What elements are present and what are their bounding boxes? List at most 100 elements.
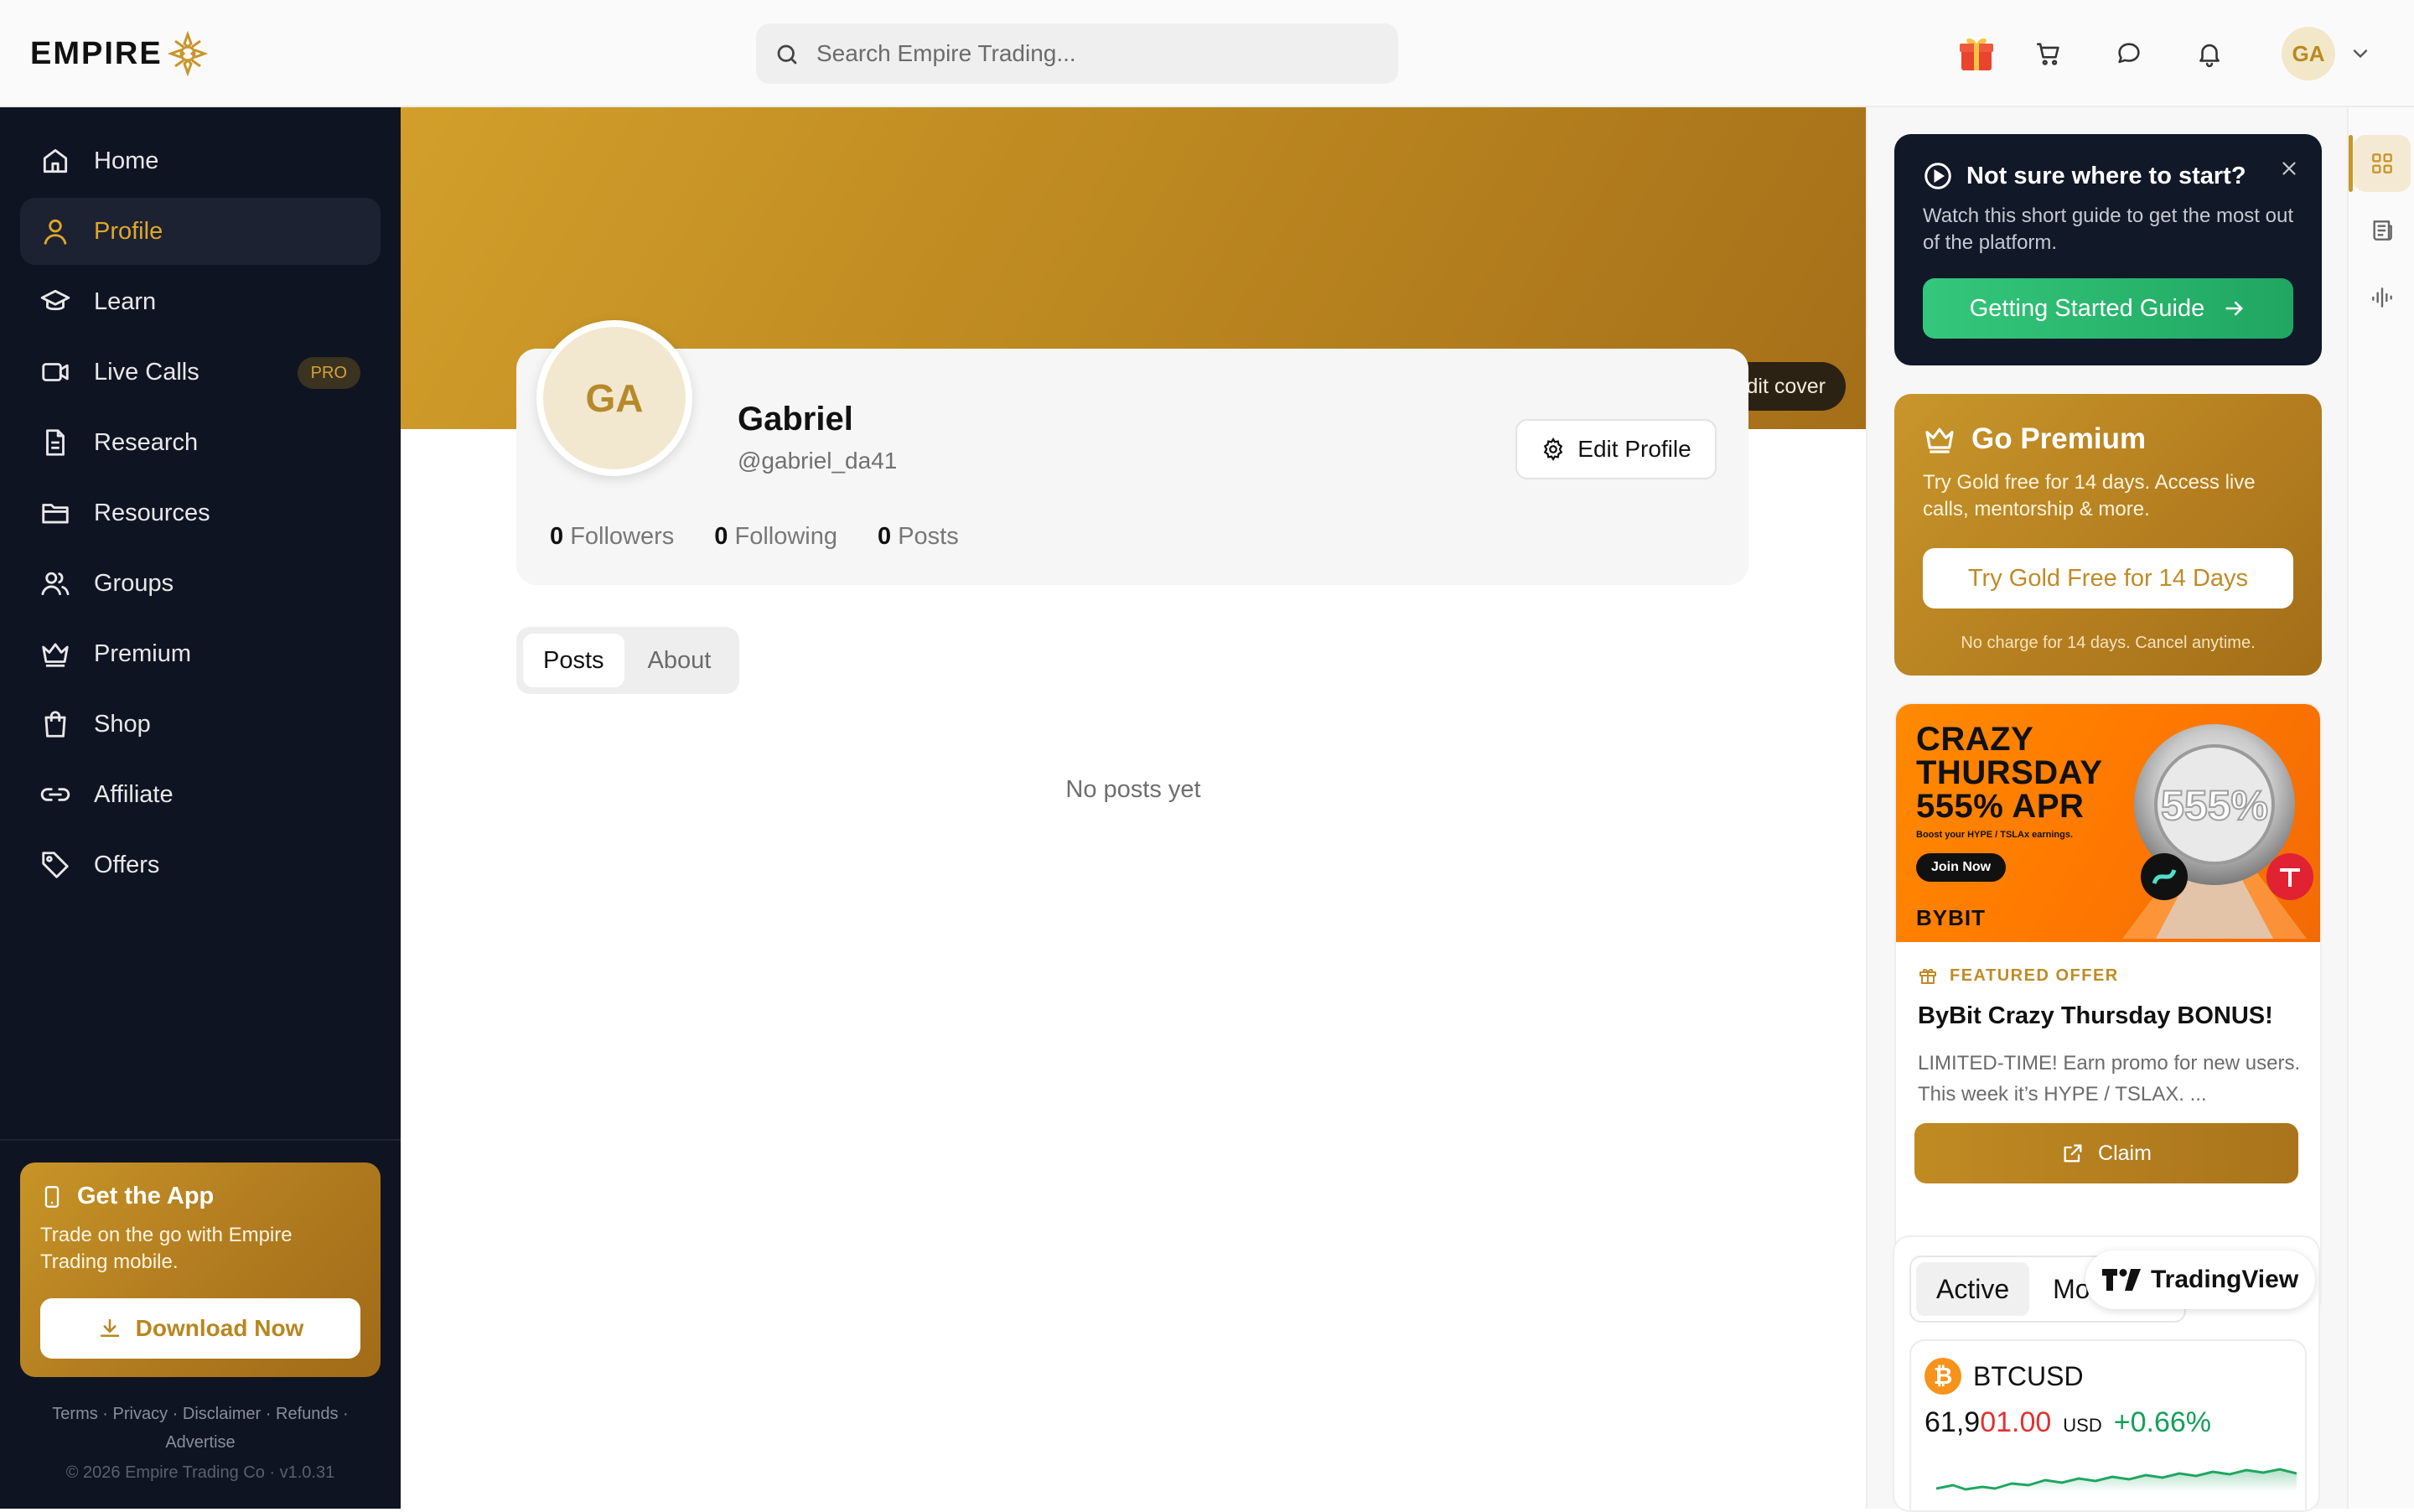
stat-value: 0 — [714, 523, 728, 550]
crown-icon — [1923, 422, 1956, 456]
user-icon — [39, 215, 72, 248]
tag-icon — [39, 848, 72, 882]
footer-copyright: © 2026 Empire Trading Co · v1.0.31 — [65, 1463, 335, 1482]
pro-badge: PRO — [297, 357, 360, 389]
waveform-icon — [2369, 284, 2396, 311]
quote-symbol: ₿ BTCUSD — [1924, 1358, 2084, 1395]
stat-following[interactable]: 0 Following — [714, 523, 837, 551]
gift-icon[interactable] — [1953, 30, 2000, 77]
version-text: v1.0.31 — [279, 1463, 335, 1482]
user-avatar[interactable]: GA — [2282, 27, 2335, 80]
users-icon — [39, 567, 72, 600]
footer-link-refunds[interactable]: Refunds — [276, 1405, 339, 1423]
btcusd-quote-card[interactable]: ₿ BTCUSD 61,901.00 USD +0.66% — [1909, 1339, 2307, 1510]
download-now-button[interactable]: Download Now — [40, 1298, 360, 1359]
stat-followers[interactable]: 0 Followers — [550, 523, 674, 551]
brand-name: EMPIRE — [30, 35, 163, 71]
edit-profile-label: Edit Profile — [1577, 436, 1691, 462]
footer-link-advertise[interactable]: Advertise — [165, 1433, 235, 1452]
profile-avatar[interactable]: GA — [536, 320, 692, 476]
tradingview-widget: Active Movers TradingView ₿ BTCUSD 61,90… — [1893, 1235, 2320, 1512]
stat-posts[interactable]: 0 Posts — [878, 523, 959, 551]
guide-title-text: Not sure where to start? — [1966, 162, 2246, 189]
footer-link-privacy[interactable]: Privacy — [113, 1405, 168, 1423]
brand-emblem-icon — [167, 31, 208, 76]
tab-posts[interactable]: Posts — [523, 634, 624, 687]
profile-stats: 0 Followers 0 Following 0 Posts — [550, 523, 959, 551]
sidebar-item-research[interactable]: Research — [20, 409, 381, 476]
claim-button[interactable]: Claim — [1914, 1123, 2298, 1183]
sidebar-item-shop[interactable]: Shop — [20, 691, 381, 758]
copyright-text: © 2026 Empire Trading Co — [65, 1463, 265, 1482]
brand-logo[interactable]: EMPIRE — [30, 30, 208, 77]
gear-icon — [1541, 437, 1566, 462]
stat-value: 0 — [550, 523, 564, 550]
chat-icon[interactable] — [2106, 30, 2152, 77]
get-app-text: Trade on the go with Empire Trading mobi… — [40, 1224, 293, 1273]
go-premium-card: Go Premium Try Gold free for 14 days. Ac… — [1894, 394, 2322, 676]
sidebar: Home Profile Learn Live Calls PRO Resear… — [0, 107, 401, 1509]
sidebar-item-profile[interactable]: Profile — [20, 198, 381, 265]
stat-label: Followers — [570, 523, 675, 550]
video-icon — [39, 355, 72, 389]
folder-icon — [39, 496, 72, 530]
tab-about[interactable]: About — [628, 634, 732, 687]
sidebar-nav: Home Profile Learn Live Calls PRO Resear… — [20, 127, 381, 902]
empty-state: No posts yet — [1065, 776, 1201, 803]
play-circle-icon — [1923, 161, 1953, 191]
get-app-title: Get the App — [40, 1183, 360, 1210]
sidebar-item-offers[interactable]: Offers — [20, 831, 381, 898]
top-bar: EMPIRE GA — [0, 0, 2414, 107]
sidebar-item-groups[interactable]: Groups — [20, 550, 381, 617]
sidebar-item-label: Profile — [94, 217, 163, 245]
close-icon[interactable] — [2278, 158, 2300, 179]
cart-icon[interactable] — [2025, 30, 2072, 77]
get-app-title-text: Get the App — [77, 1183, 215, 1209]
sidebar-item-affiliate[interactable]: Affiliate — [20, 761, 381, 828]
sidebar-item-label: Premium — [94, 639, 192, 667]
claim-label: Claim — [2098, 1141, 2152, 1165]
premium-title: Go Premium — [1923, 422, 2293, 456]
sidebar-item-label: Offers — [94, 851, 160, 878]
search-icon — [774, 42, 800, 67]
grid-icon — [2369, 150, 2396, 177]
profile-card: GA Gabriel @gabriel_da41 Edit Profile 0 … — [516, 320, 1748, 585]
rail-item-audio[interactable] — [2354, 269, 2411, 326]
newspaper-icon — [2369, 217, 2396, 244]
home-icon — [39, 144, 72, 178]
sidebar-item-live-calls[interactable]: Live Calls PRO — [20, 339, 381, 406]
tradingview-badge[interactable]: TradingView — [2085, 1251, 2316, 1309]
tradingview-brand: TradingView — [2151, 1266, 2299, 1293]
sidebar-item-premium[interactable]: Premium — [20, 620, 381, 687]
edit-profile-button[interactable]: Edit Profile — [1515, 419, 1717, 479]
chevron-down-icon[interactable] — [2349, 42, 2372, 65]
smartphone-icon — [40, 1183, 64, 1210]
footer-link-disclaimer[interactable]: Disclaimer — [183, 1405, 261, 1423]
sidebar-item-label: Shop — [94, 710, 151, 738]
tab-active[interactable]: Active — [1916, 1262, 2030, 1316]
sidebar-item-resources[interactable]: Resources — [20, 479, 381, 546]
try-gold-button[interactable]: Try Gold Free for 14 Days — [1923, 548, 2293, 608]
footer-links: Terms · Privacy · Disclaimer · Refunds ·… — [52, 1405, 349, 1452]
guide-button-label: Getting Started Guide — [1969, 294, 2205, 322]
premium-note: No charge for 14 days. Cancel anytime. — [1961, 634, 2256, 652]
getting-started-guide-button[interactable]: Getting Started Guide — [1923, 278, 2293, 339]
bell-icon[interactable] — [2186, 30, 2233, 77]
rail-item-widgets[interactable] — [2354, 135, 2411, 192]
getting-started-card: Not sure where to start? Watch this shor… — [1894, 134, 2322, 365]
sparkline-chart — [1936, 1467, 2297, 1492]
sidebar-item-home[interactable]: Home — [20, 127, 381, 194]
footer-link-terms[interactable]: Terms — [52, 1405, 97, 1423]
bitcoin-icon: ₿ — [1924, 1358, 1961, 1395]
profile-name: Gabriel — [738, 401, 853, 438]
search-bar[interactable] — [756, 23, 1398, 84]
guide-title: Not sure where to start? — [1923, 161, 2293, 191]
stat-label: Posts — [898, 523, 959, 550]
guide-text: Watch this short guide to get the most o… — [1923, 205, 2294, 254]
sidebar-item-label: Groups — [94, 569, 174, 597]
rail-item-news[interactable] — [2354, 202, 2411, 259]
search-input[interactable] — [816, 23, 1386, 84]
sidebar-item-label: Home — [94, 147, 159, 174]
download-now-label: Download Now — [135, 1315, 304, 1341]
sidebar-item-learn[interactable]: Learn — [20, 268, 381, 335]
